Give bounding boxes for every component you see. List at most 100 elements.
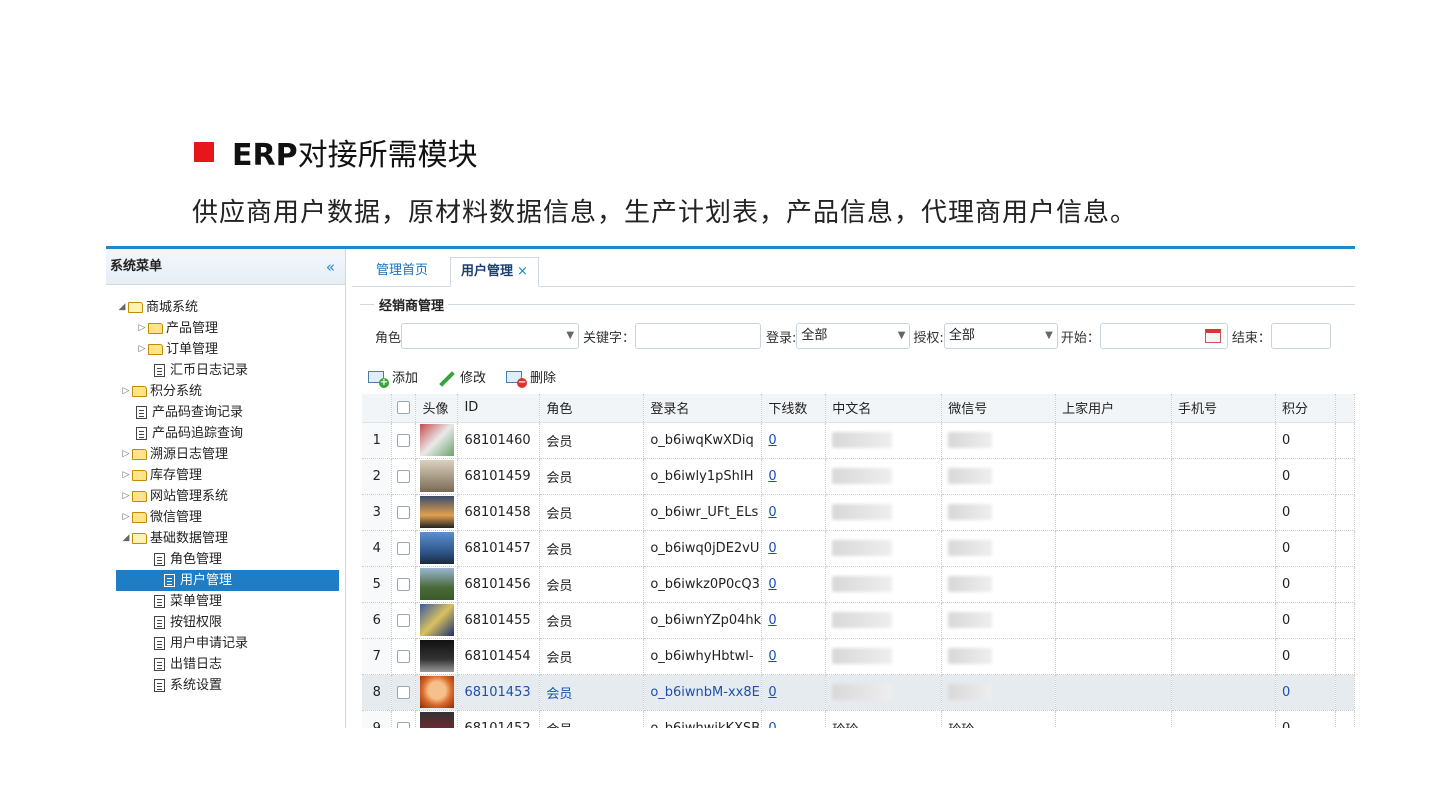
checkbox-icon[interactable] [397, 433, 411, 447]
row-checkbox[interactable] [391, 638, 417, 675]
sub-count-link[interactable]: 0 [768, 469, 776, 484]
tree-node-role[interactable]: 角色管理 [106, 549, 345, 570]
col-cn-name[interactable]: 中文名 [825, 394, 943, 423]
col-parent[interactable]: 上家用户 [1055, 394, 1173, 423]
row-checkbox[interactable] [391, 710, 417, 728]
sub-count-link[interactable]: 0 [768, 541, 776, 556]
table-row[interactable]: 3 68101458 会员 o_b6iwr_UFt_ELs 0 0 [362, 494, 1355, 531]
id-cell: 68101459 [457, 458, 541, 495]
col-wechat[interactable]: 微信号 [941, 394, 1057, 423]
close-icon[interactable]: × [517, 264, 528, 279]
expand-arrow-icon[interactable]: ◢ [120, 528, 132, 549]
row-checkbox[interactable] [391, 674, 417, 711]
collapsed-arrow-icon[interactable]: ▷ [120, 465, 132, 486]
sub-count-link[interactable]: 0 [768, 685, 776, 700]
tree-node-inventory[interactable]: ▷ 库存管理 [106, 465, 345, 486]
tree-node-code-track[interactable]: 产品码追踪查询 [106, 423, 345, 444]
checkbox-icon[interactable] [397, 613, 411, 627]
table-row[interactable]: 8 68101453 会员 o_b6iwnbM-xx8E 0 0 [362, 674, 1355, 711]
table-row[interactable]: 5 68101456 会员 o_b6iwkz0P0cQ3 0 0 [362, 566, 1355, 603]
table-row[interactable]: 9 68101452会员o_b6iwhwikKXSB 0 玲玲玲玲 0 [362, 710, 1355, 728]
tab-home[interactable]: 管理首页 [366, 257, 438, 287]
table-row[interactable]: 1 68101460 会员 o_b6iwqKwXDiq 0 0 [362, 422, 1355, 459]
col-points[interactable]: 积分 [1275, 394, 1336, 423]
collapsed-arrow-icon[interactable]: ▷ [136, 339, 148, 360]
tree-node-settings[interactable]: 系统设置 [106, 675, 345, 696]
delete-button[interactable]: 删除 [506, 367, 556, 388]
login-cell: o_b6iwly1pShIH [643, 458, 763, 495]
row-checkbox[interactable] [391, 566, 417, 603]
row-number: 4 [362, 530, 393, 567]
checkbox-icon[interactable] [397, 541, 411, 555]
row-checkbox[interactable] [391, 530, 417, 567]
cn-name-cell [825, 458, 943, 495]
collapsed-arrow-icon[interactable]: ▷ [120, 486, 132, 507]
row-checkbox[interactable] [391, 422, 417, 459]
role-select[interactable]: ▼ [401, 323, 580, 349]
sub-count-link[interactable]: 0 [768, 721, 776, 729]
col-role[interactable]: 角色 [539, 394, 645, 423]
checkbox-icon[interactable] [397, 721, 411, 728]
checkbox-icon[interactable] [397, 401, 411, 415]
checkbox-icon[interactable] [397, 649, 411, 663]
calendar-icon[interactable] [1204, 329, 1221, 343]
tree-node-points[interactable]: ▷ 积分系统 [106, 381, 345, 402]
tree-node-trace-log[interactable]: ▷ 溯源日志管理 [106, 444, 345, 465]
row-checkbox[interactable] [391, 458, 417, 495]
col-id[interactable]: ID [457, 394, 541, 423]
tree-node-user[interactable]: 用户管理 [116, 570, 339, 591]
end-label: 结束： [1231, 330, 1271, 346]
keyword-input[interactable] [635, 323, 762, 349]
select-all-checkbox[interactable] [391, 394, 417, 423]
start-date-input[interactable] [1099, 323, 1228, 349]
col-phone[interactable]: 手机号 [1171, 394, 1276, 423]
tree-node-product[interactable]: ▷ 产品管理 [106, 318, 345, 339]
parent-cell [1055, 638, 1173, 675]
tree-node-code-query[interactable]: 产品码查询记录 [106, 402, 345, 423]
collapsed-arrow-icon[interactable]: ▷ [136, 318, 148, 339]
checkbox-icon[interactable] [397, 685, 411, 699]
sub-count-link[interactable]: 0 [768, 505, 776, 520]
sub-count-link[interactable]: 0 [768, 577, 776, 592]
add-button[interactable]: 添加 [368, 367, 418, 388]
id-cell: 68101460 [457, 422, 541, 459]
table-row[interactable]: 7 68101454 会员 o_b6iwhyHbtwl- 0 0 [362, 638, 1355, 675]
expand-arrow-icon[interactable]: ◢ [116, 297, 128, 318]
delete-icon [506, 370, 528, 388]
tree-node-website[interactable]: ▷ 网站管理系统 [106, 486, 345, 507]
collapse-icon[interactable]: « [326, 249, 335, 285]
auth-select[interactable]: 全部 ▼ [943, 323, 1058, 349]
tab-user-management[interactable]: 用户管理 × [450, 257, 539, 287]
tree-node-wechat[interactable]: ▷ 微信管理 [106, 507, 345, 528]
sub-count-link[interactable]: 0 [768, 649, 776, 664]
table-row[interactable]: 2 68101459 会员 o_b6iwly1pShIH 0 0 [362, 458, 1355, 495]
role-cell: 会员 [539, 566, 645, 603]
row-checkbox[interactable] [391, 494, 417, 531]
checkbox-icon[interactable] [397, 469, 411, 483]
edit-button[interactable]: 修改 [438, 367, 486, 387]
col-avatar[interactable]: 头像 [415, 394, 459, 423]
sub-count-link[interactable]: 0 [768, 433, 776, 448]
collapsed-arrow-icon[interactable]: ▷ [120, 444, 132, 465]
id-cell: 68101454 [457, 638, 541, 675]
collapsed-arrow-icon[interactable]: ▷ [120, 381, 132, 402]
tree-node-coin-log[interactable]: 汇币日志记录 [106, 360, 345, 381]
tree-node-button-perm[interactable]: 按钮权限 [106, 612, 345, 633]
checkbox-icon[interactable] [397, 577, 411, 591]
tree-node-error-log[interactable]: 出错日志 [106, 654, 345, 675]
login-select[interactable]: 全部 ▼ [796, 323, 911, 349]
table-row[interactable]: 4 68101457 会员 o_b6iwq0jDE2vU 0 0 [362, 530, 1355, 567]
tree-node-menu[interactable]: 菜单管理 [106, 591, 345, 612]
table-row[interactable]: 6 68101455 会员 o_b6iwnYZp04hk 0 0 [362, 602, 1355, 639]
end-date-input[interactable] [1270, 323, 1331, 349]
checkbox-icon[interactable] [397, 505, 411, 519]
col-login[interactable]: 登录名 [643, 394, 763, 423]
tree-node-user-apply[interactable]: 用户申请记录 [106, 633, 345, 654]
tree-node-order[interactable]: ▷ 订单管理 [106, 339, 345, 360]
row-checkbox[interactable] [391, 602, 417, 639]
col-sub[interactable]: 下线数 [761, 394, 827, 423]
sub-count-link[interactable]: 0 [768, 613, 776, 628]
tree-node-mall[interactable]: ◢ 商城系统 [106, 297, 345, 318]
tree-node-base-data[interactable]: ◢ 基础数据管理 [106, 528, 345, 549]
collapsed-arrow-icon[interactable]: ▷ [120, 507, 132, 528]
